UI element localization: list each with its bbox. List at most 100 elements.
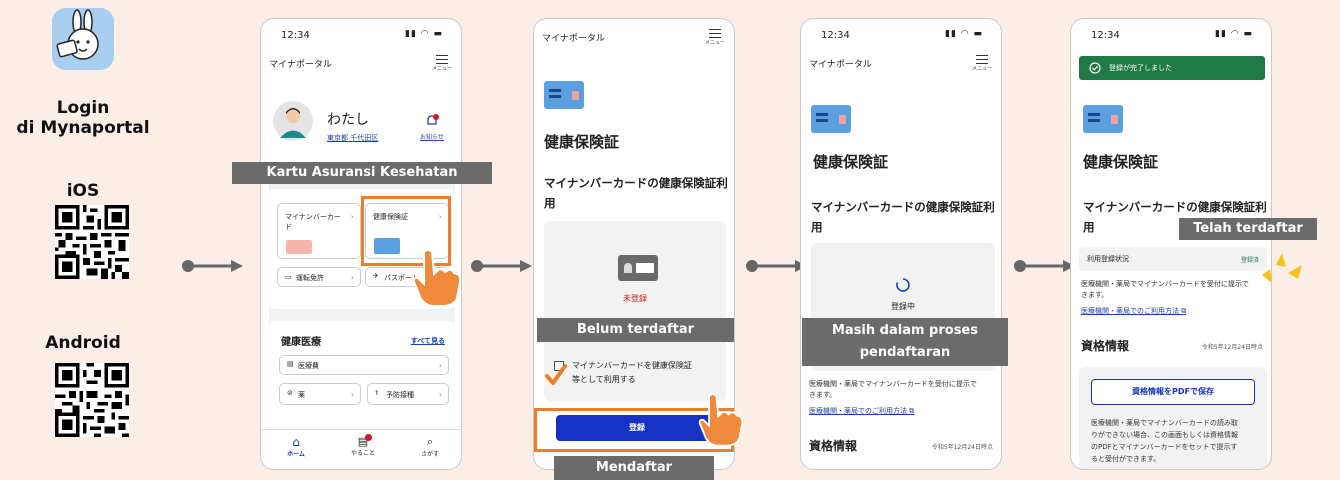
home-icon: ⌂ bbox=[292, 435, 300, 449]
login-title-line2: di Mynaportal bbox=[16, 118, 150, 138]
status-icons: ▮▮ ◠ ▬ bbox=[405, 29, 443, 39]
chevron-right-icon: › bbox=[350, 273, 354, 282]
menu-button[interactable]: メニュー bbox=[431, 55, 453, 72]
bottom-nav: ⌂ ホーム ▤ やること ⌕ さがす bbox=[261, 429, 461, 469]
tile-drivers-license[interactable]: ▭ 運転免許 › bbox=[277, 267, 361, 287]
info-text: 医療機関・薬局でマイナンバーカードを受付に提示で きます。 bbox=[809, 380, 977, 399]
section-title: 資格情報 bbox=[809, 439, 858, 453]
tap-hand-icon bbox=[412, 249, 462, 306]
page-title: 健康保険証 bbox=[813, 153, 889, 171]
callout-processing: Masih dalam proses pendaftaran bbox=[802, 318, 1008, 366]
mynaportal-app-icon bbox=[52, 8, 114, 70]
status-time: 12:34 bbox=[1091, 30, 1120, 41]
tile-mynumber-card[interactable]: マイナンバーカード › bbox=[277, 203, 361, 259]
ios-label: iOS bbox=[66, 181, 100, 201]
pill-icon: ⊘ bbox=[287, 389, 293, 397]
todo-badge bbox=[365, 434, 372, 441]
section-date: 令和5年12月24日時点 bbox=[1201, 344, 1263, 351]
chevron-right-icon: › bbox=[438, 390, 442, 399]
status-unregistered: 未登録 bbox=[623, 294, 647, 303]
portal-title: マイナポータル bbox=[809, 60, 872, 70]
hamburger-icon bbox=[436, 55, 448, 64]
notification-button[interactable]: お知らせ bbox=[417, 113, 447, 141]
registration-status-row: 利用登録状況 登録済 bbox=[1079, 247, 1267, 271]
nav-home[interactable]: ⌂ ホーム bbox=[279, 435, 313, 458]
chevron-right-icon: › bbox=[350, 212, 354, 221]
success-banner: 登録が完了しました bbox=[1079, 56, 1265, 80]
login-title-line1: Login bbox=[56, 98, 110, 118]
callout-health-insurance-card: Kartu Asuransi Kesehatan bbox=[232, 162, 492, 184]
page-subtitle: マイナンバーカードの健康保険証利用 bbox=[811, 200, 995, 234]
usage-info-link[interactable]: 医療機関・薬局でのご利用方法 ⧉ bbox=[1081, 306, 1186, 316]
sparkle-burst-icon bbox=[1262, 253, 1302, 283]
arrow-right-icon bbox=[1014, 260, 1075, 272]
page-title: 健康保険証 bbox=[1083, 153, 1159, 171]
syringe-icon: ⚕ bbox=[375, 389, 379, 397]
card-gray-icon bbox=[618, 255, 658, 281]
menu-button[interactable]: メニュー bbox=[704, 29, 726, 46]
page-subtitle: マイナンバーカードの健康保険証利用 bbox=[544, 176, 728, 210]
search-icon: ⌕ bbox=[426, 435, 434, 448]
save-pdf-button[interactable]: 資格情報をPDFで保存 bbox=[1091, 379, 1255, 405]
arrow-right-icon bbox=[182, 260, 243, 272]
info-text: 医療機関・薬局でマイナンバーカードを受付に提示で きます。 bbox=[1081, 280, 1249, 299]
insurance-card-icon bbox=[544, 81, 584, 109]
android-label: Android bbox=[45, 333, 121, 353]
arrow-right-icon bbox=[746, 260, 807, 272]
phone-screen-processing: 12:34 ▮▮ ◠ ▬ マイナポータル メニュー 健康保険証 マイナンバーカー… bbox=[800, 18, 1002, 470]
callout-registered: Telah terdaftar bbox=[1179, 218, 1317, 240]
insurance-card-icon bbox=[1083, 105, 1123, 133]
license-icon: ▭ bbox=[285, 273, 292, 281]
usage-info-link[interactable]: 医療機関・薬局でのご利用方法 ⧉ bbox=[809, 406, 914, 416]
mynumber-card-icon bbox=[286, 240, 312, 254]
hamburger-icon bbox=[709, 29, 721, 38]
status-time: 12:34 bbox=[821, 30, 850, 41]
health-section-title: 健康医療 bbox=[281, 337, 321, 348]
bell-icon bbox=[427, 114, 439, 125]
see-all-link[interactable]: すべて見る bbox=[411, 336, 445, 346]
item-vaccination[interactable]: ⚕ 予防接種 › bbox=[367, 383, 449, 405]
section-title: 資格情報 bbox=[1081, 339, 1130, 353]
qualification-panel: 資格情報をPDFで保存 医療機関・薬局でマイナンバーカードの読み取 りができない… bbox=[1079, 367, 1267, 469]
check-circle-icon bbox=[1089, 62, 1101, 74]
chevron-right-icon: › bbox=[350, 390, 354, 399]
todo-icon: ▤ bbox=[343, 434, 383, 448]
pdf-description: 医療機関・薬局でマイナンバーカードの読み取 りができない場合、この画面もしくは資… bbox=[1091, 419, 1238, 463]
chevron-right-icon: › bbox=[438, 361, 442, 370]
portal-title: マイナポータル bbox=[542, 34, 605, 44]
health-section: 健康医療 すべて見る ▤ 医療費 › ⊘ 薬 › ⚕ 予防接種 › bbox=[269, 321, 455, 431]
user-location-link[interactable]: 東京都 千代田区 bbox=[327, 133, 378, 143]
status-registered: 登録済 bbox=[1240, 257, 1259, 264]
android-qr-code[interactable] bbox=[55, 363, 129, 437]
user-name: わたし bbox=[327, 112, 369, 128]
menu-button[interactable]: メニュー bbox=[971, 55, 993, 72]
section-date: 令和5年12月24日時点 bbox=[931, 444, 993, 451]
status-label: 利用登録状況 bbox=[1087, 255, 1129, 263]
checkbox-label: マイナンバーカードを健康保険証 等として利用する bbox=[572, 361, 692, 384]
item-medicine[interactable]: ⊘ 薬 › bbox=[279, 383, 361, 405]
nav-search[interactable]: ⌕ さがす bbox=[413, 435, 447, 458]
avatar bbox=[273, 101, 313, 141]
item-medical-cost[interactable]: ▤ 医療費 › bbox=[279, 355, 449, 375]
external-link-icon: ⧉ bbox=[909, 407, 915, 415]
callout-unregistered: Belum terdaftar bbox=[537, 318, 734, 342]
status-icons: ▮▮ ◠ ▬ bbox=[1215, 29, 1253, 39]
portal-title: マイナポータル bbox=[269, 60, 332, 70]
register-panel: 未登録 マイナンバーカードを健康保険証 等として利用する bbox=[544, 221, 726, 401]
ios-qr-code[interactable] bbox=[55, 205, 129, 279]
insurance-card-icon bbox=[811, 105, 851, 133]
external-link-icon: ⧉ bbox=[1181, 307, 1187, 315]
arrow-right-icon bbox=[471, 260, 532, 272]
page-title: 健康保険証 bbox=[544, 133, 620, 151]
phone-screen-completed: 12:34 ▮▮ ◠ ▬ 登録が完了しました 健康保険証 マイナンバーカードの健… bbox=[1070, 18, 1272, 470]
callout-register: Mendaftar bbox=[554, 456, 714, 480]
nav-todo[interactable]: ▤ やること bbox=[343, 434, 383, 457]
loading-spinner-icon bbox=[896, 278, 910, 292]
checkmark-icon bbox=[545, 364, 567, 385]
status-time: 12:34 bbox=[281, 30, 310, 41]
status-registering: 登録中 bbox=[891, 302, 915, 311]
status-icons: ▮▮ ◠ ▬ bbox=[945, 29, 983, 39]
plane-icon: ✈ bbox=[373, 272, 379, 280]
profile-card[interactable]: わたし 東京都 千代田区 お知らせ bbox=[269, 89, 455, 169]
hamburger-icon bbox=[976, 55, 988, 64]
